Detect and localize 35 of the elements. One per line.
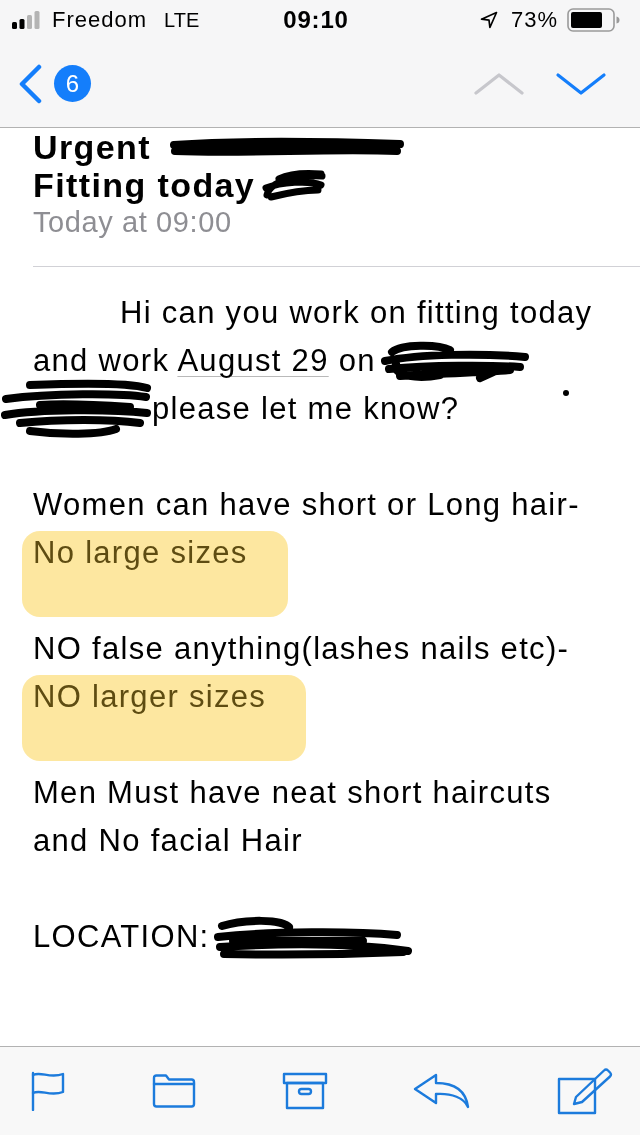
body-text: LOCATION: [33, 919, 210, 955]
body-text: NO larger sizes [33, 679, 267, 715]
body-text: and No facial Hair [33, 823, 303, 859]
network-type: LTE [164, 8, 200, 32]
date-link[interactable]: August 29 [177, 343, 329, 378]
body-text: Men Must have neat short haircuts [33, 775, 552, 811]
dot-icon [563, 390, 569, 396]
subject-text: Fitting today [33, 166, 256, 205]
scribble-icon [213, 915, 414, 959]
subject-text: Urgent [33, 128, 151, 167]
unread-count-badge: 6 [54, 65, 91, 102]
signal-icon [12, 11, 40, 29]
battery-percentage: 73% [510, 7, 558, 33]
body-text: please let me know? [152, 391, 460, 427]
chevron-left-icon [18, 63, 42, 104]
battery-icon [567, 8, 620, 32]
body-text: Women can have short or Long hair- [33, 487, 580, 523]
clock-time: 09:10 [283, 6, 349, 34]
scribble-icon [168, 136, 405, 158]
body-text: and work August 29 on [33, 343, 376, 379]
pencil-square-icon [557, 1067, 613, 1115]
flag-icon [30, 1071, 66, 1111]
carrier-name: Freedom [52, 7, 148, 33]
body-text: No large sizes [33, 535, 248, 571]
archive-box-icon [281, 1072, 328, 1110]
back-button[interactable]: 6 [12, 59, 97, 108]
body-text: Hi can you work on fitting today [119, 295, 593, 331]
scribble-icon [261, 168, 328, 202]
chevron-down-icon [555, 71, 607, 96]
scribble-icon [379, 339, 530, 383]
location-arrow-icon [479, 11, 498, 29]
body-text: NO false anything(lashes nails etc)- [33, 631, 570, 667]
chevron-up-icon [473, 71, 525, 96]
folder-icon [150, 1073, 197, 1109]
message-date: Today at 09:00 [33, 205, 233, 240]
